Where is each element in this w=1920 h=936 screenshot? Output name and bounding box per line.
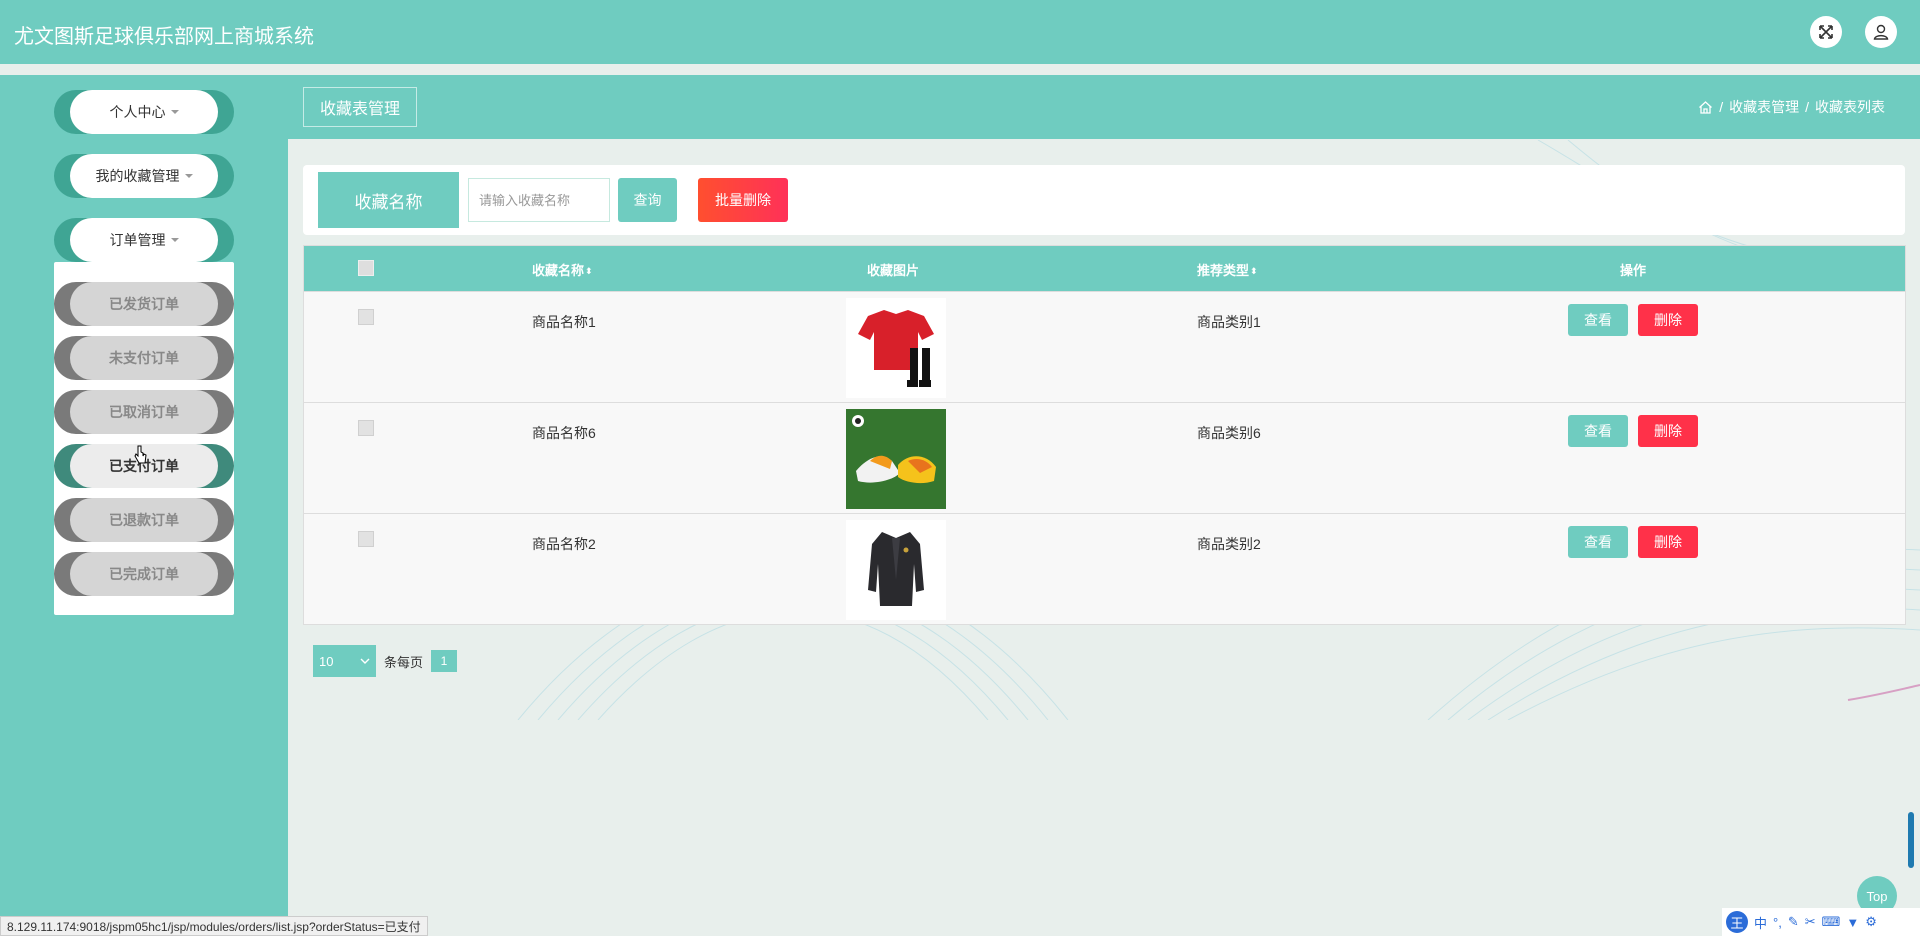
caret-down-icon (184, 174, 193, 178)
select-all-checkbox[interactable] (358, 260, 374, 276)
status-url-bar: 8.129.11.174:9018/jspm05hc1/jsp/modules/… (0, 916, 428, 936)
caret-down-icon (170, 110, 179, 114)
row-type: 商品类别6 (1197, 425, 1261, 441)
ime-toolbar: 王 中 °, ✎ ✂ ⌨ ▼ ⚙ (1722, 908, 1920, 936)
submenu-label: 已退款订单 (70, 498, 218, 542)
menu-label: 订单管理 (109, 232, 166, 248)
column-header-actions: 操作 (1620, 263, 1647, 278)
column-header-name[interactable]: 收藏名称⬍ (532, 260, 593, 279)
view-button[interactable]: 查看 (1568, 415, 1628, 447)
top-bar: 尤文图斯足球俱乐部网上商城系统 (0, 0, 1920, 64)
breadcrumb-separator: / (1719, 99, 1724, 115)
sort-icon: ⬍ (585, 266, 593, 277)
column-header-type[interactable]: 推荐类型⬍ (1197, 260, 1258, 279)
menu-orders[interactable]: 订单管理 (54, 218, 234, 262)
shirt-icon[interactable]: ▼ (1846, 915, 1859, 930)
submenu-label: 已发货订单 (70, 282, 218, 326)
scissors-icon[interactable]: ✂ (1805, 914, 1816, 930)
sort-icon: ⬍ (1250, 266, 1258, 277)
breadcrumb-item: 收藏表列表 (1815, 99, 1885, 115)
red-jersey-image (846, 298, 946, 398)
submenu-completed[interactable]: 已完成订单 (54, 552, 234, 596)
table-header: 收藏名称⬍ 收藏图片 推荐类型⬍ 操作 (304, 246, 1905, 291)
search-panel: 收藏名称 查询 批量删除 (303, 165, 1905, 235)
submenu-label: 已取消订单 (70, 390, 218, 434)
table-row: 商品名称6 商品类别6 查看 删除 (304, 402, 1905, 513)
app-title: 尤文图斯足球俱乐部网上商城系统 (14, 24, 314, 48)
submenu-unpaid[interactable]: 未支付订单 (54, 336, 234, 380)
favorites-table: 收藏名称⬍ 收藏图片 推荐类型⬍ 操作 商品名称1 商品类别1 查看 删除 商品… (303, 245, 1906, 625)
row-checkbox[interactable] (358, 420, 374, 436)
row-type: 商品类别1 (1197, 314, 1261, 330)
caret-down-icon (170, 238, 179, 242)
row-type: 商品类别2 (1197, 536, 1261, 552)
user-button[interactable] (1865, 16, 1897, 48)
pointer-cursor-icon (134, 445, 147, 464)
row-name: 商品名称1 (532, 314, 596, 330)
delete-button[interactable]: 删除 (1638, 526, 1698, 558)
view-button[interactable]: 查看 (1568, 304, 1628, 336)
breadcrumb: / 收藏表管理 / 收藏表列表 (1698, 97, 1885, 117)
query-button[interactable]: 查询 (618, 178, 677, 222)
chevron-down-icon (360, 658, 370, 664)
page-number-current[interactable]: 1 (431, 650, 458, 672)
orders-submenu: 已发货订单 未支付订单 已取消订单 已支付订单 已退款订单 已完成订单 (54, 262, 234, 615)
ime-logo-icon[interactable]: 王 (1726, 911, 1748, 933)
submenu-refunded[interactable]: 已退款订单 (54, 498, 234, 542)
delete-button[interactable]: 删除 (1638, 304, 1698, 336)
column-header-image: 收藏图片 (867, 263, 920, 278)
keyboard-icon[interactable]: ⌨ (1822, 914, 1841, 930)
row-name: 商品名称6 (532, 425, 596, 441)
breadcrumb-item[interactable]: 收藏表管理 (1729, 97, 1799, 117)
menu-label: 个人中心 (109, 104, 166, 120)
pagination: 10 条每页 1 (313, 645, 458, 677)
view-button[interactable]: 查看 (1568, 526, 1628, 558)
punctuation-icon[interactable]: °, (1773, 915, 1782, 930)
header-label: 推荐类型 (1197, 263, 1250, 278)
table-row: 商品名称2 商品类别2 查看 删除 (304, 513, 1905, 624)
page-title: 收藏表管理 (303, 87, 418, 127)
scrollbar-thumb[interactable] (1908, 812, 1914, 868)
football-boots-image (846, 409, 946, 509)
batch-delete-button[interactable]: 批量删除 (698, 178, 788, 222)
submenu-label: 未支付订单 (70, 336, 218, 380)
submenu-shipped[interactable]: 已发货订单 (54, 282, 234, 326)
black-coat-image (846, 520, 946, 620)
header-label: 收藏名称 (532, 263, 585, 278)
breadcrumb-separator: / (1805, 99, 1809, 115)
delete-button[interactable]: 删除 (1638, 415, 1698, 447)
row-checkbox[interactable] (358, 309, 374, 325)
gear-icon[interactable]: ⚙ (1865, 914, 1877, 930)
menu-favorites[interactable]: 我的收藏管理 (54, 154, 234, 198)
pen-icon[interactable]: ✎ (1788, 914, 1799, 930)
table-row: 商品名称1 商品类别1 查看 删除 (304, 291, 1905, 402)
submenu-label: 已完成订单 (70, 552, 218, 596)
submenu-cancelled[interactable]: 已取消订单 (54, 390, 234, 434)
search-input[interactable] (468, 178, 610, 222)
user-icon (1873, 24, 1889, 40)
page-size-select[interactable]: 10 (313, 645, 376, 677)
ime-language[interactable]: 中 (1754, 913, 1767, 932)
search-label: 收藏名称 (318, 172, 459, 228)
breadcrumb-bar: 收藏表管理 / 收藏表管理 / 收藏表列表 (288, 75, 1920, 139)
per-page-label: 条每页 (384, 654, 424, 670)
row-checkbox[interactable] (358, 531, 374, 547)
expand-icon (1819, 25, 1833, 39)
fullscreen-button[interactable] (1810, 16, 1842, 48)
menu-label: 我的收藏管理 (95, 168, 180, 184)
row-name: 商品名称2 (532, 536, 596, 552)
home-icon[interactable] (1698, 100, 1713, 115)
page-size-value: 10 (319, 653, 334, 669)
menu-personal-center[interactable]: 个人中心 (54, 90, 234, 134)
